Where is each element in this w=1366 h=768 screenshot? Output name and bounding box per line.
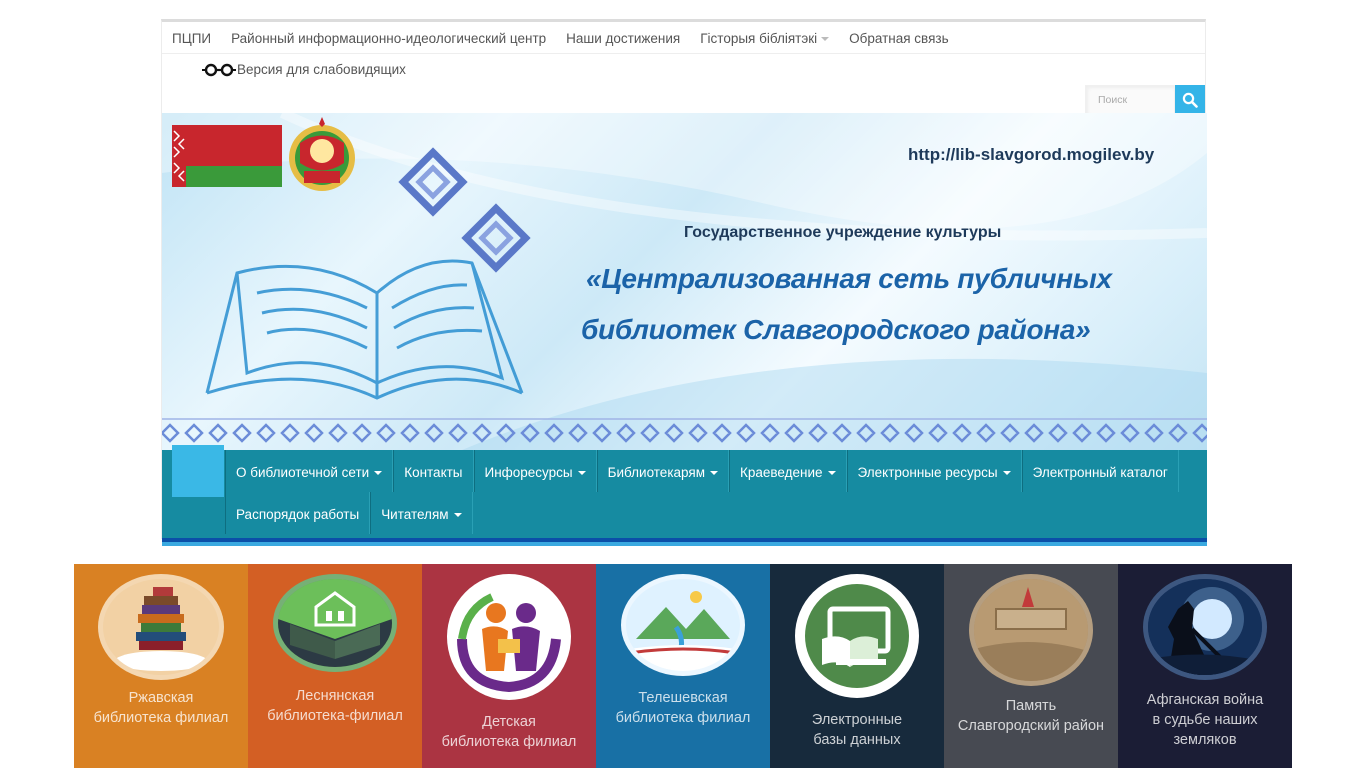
topnav-label: Районный информационно-идеологический це… <box>231 30 547 46</box>
topnav-label: Обратная связь <box>849 30 949 46</box>
tile-label: Ржавская библиотека филиал <box>74 688 248 728</box>
tile-label: Афганская война в судьбе наших земляков <box>1118 690 1292 750</box>
search-input[interactable] <box>1085 85 1175 115</box>
tile-label-line: земляков <box>1173 732 1237 748</box>
nav-label: О библиотечной сети <box>236 465 370 480</box>
nav-label: Электронные ресурсы <box>857 465 998 480</box>
nav-label: Контакты <box>404 465 463 480</box>
nav-label: Библиотекарям <box>607 465 705 480</box>
top-navigation: ПЦПИ Районный информационно-идеологическ… <box>162 22 1205 54</box>
topnav-item-feedback[interactable]: Обратная связь <box>839 22 958 54</box>
search-button[interactable] <box>1175 85 1205 115</box>
open-book-landscape-icon <box>621 574 745 676</box>
tile-label: Память Славгородский район <box>944 696 1118 736</box>
tile-memory-slavgorod[interactable]: Память Славгородский район <box>944 564 1118 768</box>
main-navigation: О библиотечной сети Контакты Инфоресурсы… <box>162 445 1207 546</box>
tile-label-line: в судьбе наших <box>1152 712 1258 728</box>
soldier-silhouette-icon <box>1143 574 1267 680</box>
main-nav-row: О библиотечной сети Контакты Инфоресурсы… <box>225 450 1179 492</box>
tile-label-line: Афганская война <box>1146 692 1264 708</box>
nav-item-e-catalog[interactable]: Электронный каталог <box>1021 450 1179 492</box>
tile-label: Телешевская библиотека филиал <box>596 688 770 728</box>
tile-electronic-databases[interactable]: Электронные базы данных <box>770 564 944 768</box>
tile-label-line: библиотека филиал <box>615 710 751 726</box>
tile-label-line: Память <box>1005 698 1057 714</box>
tile-lesnyanskaya-library[interactable]: Леснянская библиотека-филиал <box>248 564 422 768</box>
tile-label-line: Леснянская <box>295 688 375 704</box>
tile-label: Леснянская библиотека-филиал <box>248 686 422 726</box>
nav-label: Читателям <box>381 507 449 522</box>
chevron-down-icon <box>821 36 830 41</box>
chevron-down-icon <box>827 471 836 476</box>
nav-label: Инфоресурсы <box>484 465 573 480</box>
banner-organization: Государственное учреждение культуры <box>684 224 1002 241</box>
search-form <box>1085 85 1205 115</box>
chevron-down-icon <box>453 513 462 518</box>
tile-afghan-war[interactable]: Афганская война в судьбе наших земляков <box>1118 564 1292 768</box>
tile-label-line: Телешевская <box>638 690 728 706</box>
chevron-down-icon <box>374 471 383 476</box>
nav-item-about-network[interactable]: О библиотечной сети <box>225 450 394 492</box>
tile-label-line: Ржавская <box>128 690 194 706</box>
banner-url: http://lib-slavgorod.mogilev.by <box>908 145 1155 164</box>
low-vision-label: Версия для слабовидящих <box>237 62 406 77</box>
low-vision-version-link[interactable]: Версия для слабовидящих <box>202 62 406 77</box>
nav-item-schedule[interactable]: Распорядок работы <box>225 492 371 534</box>
nav-label: Электронный каталог <box>1032 465 1168 480</box>
tile-label-line: Электронные <box>811 712 903 728</box>
tile-teleshevskaya-library[interactable]: Телешевская библиотека филиал <box>596 564 770 768</box>
nav-item-contacts[interactable]: Контакты <box>393 450 474 492</box>
chevron-down-icon <box>709 471 718 476</box>
tile-label-line: Детская <box>482 714 536 730</box>
library-building-icon <box>273 574 397 672</box>
topnav-label: Гісторыя бібліятэкі <box>700 30 818 46</box>
topnav-label: ПЦПИ <box>172 30 212 46</box>
nav-item-for-readers[interactable]: Читателям <box>370 492 473 534</box>
tile-label: Детская библиотека филиал <box>422 712 596 752</box>
topnav-label: Наши достижения <box>566 30 681 46</box>
chevron-down-icon <box>577 471 586 476</box>
banner-title-line1: «Централизованная сеть публичных <box>586 263 1112 294</box>
tile-label-line: Славгородский район <box>957 718 1105 734</box>
nav-item-for-librarians[interactable]: Библиотекарям <box>596 450 729 492</box>
nav-label: Краеведение <box>739 465 823 480</box>
tile-label-line: библиотека филиал <box>93 710 229 726</box>
tile-rzhavskaya-library[interactable]: Ржавская библиотека филиал <box>74 564 248 768</box>
header-banner[interactable]: http://lib-slavgorod.mogilev.by Государс… <box>162 113 1207 450</box>
main-nav-row: Распорядок работы Читателям <box>225 492 473 534</box>
children-reading-icon <box>447 574 571 700</box>
open-book-icon <box>205 259 524 400</box>
topnav-item-history[interactable]: Гісторыя бібліятэкі <box>690 22 839 54</box>
topnav-item-info-center[interactable]: Районный информационно-идеологический це… <box>221 22 556 54</box>
topnav-item-achievements[interactable]: Наши достижения <box>556 22 690 54</box>
nav-item-inforesources[interactable]: Инфоресурсы <box>473 450 597 492</box>
tile-label-line: библиотека-филиал <box>267 708 403 724</box>
books-stack-icon <box>98 574 224 680</box>
tile-label: Электронные базы данных <box>770 710 944 750</box>
nav-label: Распорядок работы <box>236 507 360 522</box>
topnav-item-pcpi[interactable]: ПЦПИ <box>162 22 221 54</box>
home-button[interactable] <box>172 445 224 497</box>
glasses-icon <box>202 63 236 76</box>
chevron-down-icon <box>1002 471 1011 476</box>
tile-children-library[interactable]: Детская библиотека филиал <box>422 564 596 768</box>
banner-title-line2: библиотек Славгородского района» <box>581 314 1091 345</box>
tile-label-line: базы данных <box>813 732 901 748</box>
search-icon <box>1182 92 1198 108</box>
nav-item-local-history[interactable]: Краеведение <box>728 450 847 492</box>
flag-icon <box>172 125 282 187</box>
page-container: ПЦПИ Районный информационно-идеологическ… <box>161 19 1207 546</box>
tile-label-line: библиотека филиал <box>441 734 577 750</box>
ebook-monitor-icon <box>795 574 919 698</box>
nav-item-e-resources[interactable]: Электронные ресурсы <box>846 450 1022 492</box>
memory-monument-icon <box>969 574 1093 686</box>
branch-tiles: Ржавская библиотека филиал Леснянская би… <box>74 564 1292 768</box>
